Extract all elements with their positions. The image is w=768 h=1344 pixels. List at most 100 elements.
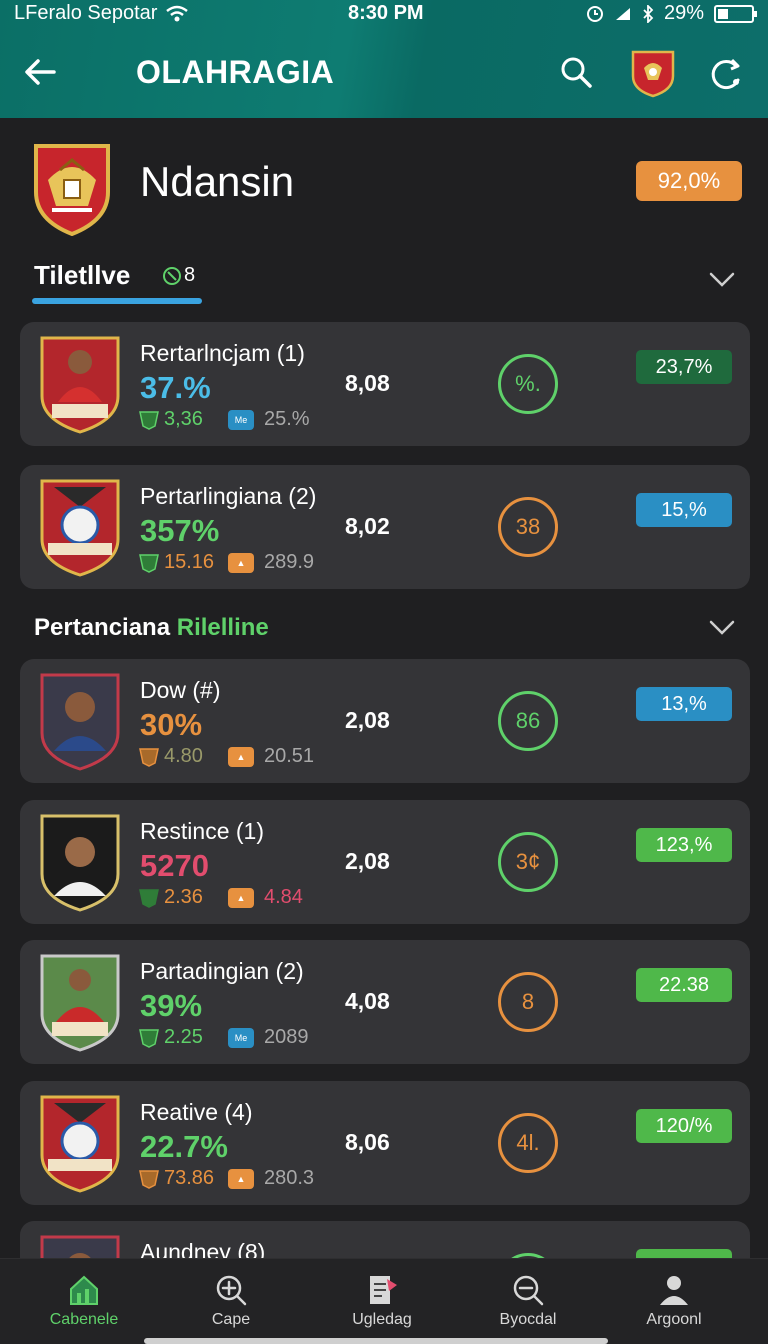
rating-ring: %. (498, 354, 558, 414)
tab-counter: 8 (162, 264, 195, 287)
team-crest (34, 144, 110, 236)
match-score: 2,08 (345, 707, 390, 733)
change-tag: 123,% (636, 828, 732, 862)
stat-b-value: 280.3 (264, 1167, 315, 1189)
chevron-down-icon[interactable] (708, 271, 736, 289)
match-name: Partadingian (2) (140, 958, 304, 984)
home-indicator (144, 1338, 608, 1344)
wifi-icon (166, 5, 189, 21)
player-badge (40, 954, 120, 1052)
team-name: Ndansin (140, 158, 295, 205)
tab-live[interactable]: Tiletllve (34, 260, 130, 291)
shield-stat-icon (139, 410, 159, 430)
signal-icon (615, 7, 630, 20)
stat-a-value: 2.36 (164, 886, 203, 908)
shield-stat-icon (139, 1028, 159, 1048)
rating-ring: 8 (498, 972, 558, 1032)
status-bar: LFeralo Sepotar 8:30 PM 29% (0, 0, 768, 28)
bluetooth-icon (643, 4, 654, 23)
ball-icon (163, 266, 181, 285)
match-percent: 357% (140, 513, 220, 548)
match-card[interactable]: Rertarlncjam (1) 37.% 3,36 Me 25.% 8,08 … (20, 322, 750, 446)
match-score: 2,08 (345, 848, 390, 874)
change-tag: 22.38 (636, 968, 732, 1002)
refresh-icon[interactable] (706, 54, 746, 94)
chart-badge-icon: ▲ (228, 887, 254, 908)
nav-profile[interactable]: Argoonl (614, 1273, 734, 1329)
shield-stat-icon (139, 553, 159, 573)
section-title-accent: Rilelline (176, 614, 269, 641)
stat-b-value: 2089 (264, 1026, 309, 1048)
match-percent: 37.% (140, 370, 211, 405)
match-name: Pertarlingiana (2) (140, 483, 317, 509)
match-name: Reative (4) (140, 1099, 253, 1125)
stat-b-value: 20.51 (264, 745, 315, 767)
club-crest (40, 479, 120, 577)
section-title: Pertanciana Rilelline (34, 614, 269, 642)
app-title: OLAHRAGIA (136, 54, 335, 90)
tv-badge-icon: Me (228, 409, 254, 430)
battery-icon (714, 4, 757, 23)
player-badge (40, 336, 120, 434)
rating-ring: 38 (498, 497, 558, 557)
tv-badge-icon: Me (228, 1027, 254, 1048)
nav-label: Ugledag (352, 1311, 412, 1328)
search-icon[interactable] (558, 54, 594, 90)
chart-badge-icon: ▲ (228, 1168, 254, 1189)
rating-ring: 4l. (498, 1113, 558, 1173)
zoom-out-icon (513, 1275, 544, 1306)
change-tag: 23,7% (636, 350, 732, 384)
shield-stat-icon (139, 747, 159, 767)
match-card[interactable]: Restince (1) 5270 2.36 ▲ 4.84 2,08 3¢ 12… (20, 800, 750, 924)
change-tag: 13,% (636, 687, 732, 721)
tab-underline (32, 298, 202, 304)
shield-stat-icon (139, 1169, 159, 1189)
stat-b-value: 25.% (264, 408, 310, 430)
team-rating-badge: 92,0% (636, 161, 742, 201)
chevron-down-icon[interactable] (708, 619, 736, 637)
change-tag: 120/% (636, 1109, 732, 1143)
stat-a-value: 2.25 (164, 1026, 203, 1048)
rating-ring: 3¢ (498, 832, 558, 892)
club-crest (40, 1095, 120, 1193)
top-bar: OLAHRAGIA (0, 40, 768, 104)
battery-percent: 29% (663, 2, 704, 24)
match-score: 8,02 (345, 513, 390, 539)
nav-home[interactable]: Cabenele (24, 1273, 144, 1329)
stat-a-value: 15.16 (164, 551, 215, 573)
chart-badge-icon: ▲ (228, 552, 254, 573)
nav-schedule[interactable]: Ugledag (322, 1273, 442, 1329)
nav-label: Cabenele (49, 1311, 119, 1328)
carrier-label: LFeralo Sepotar (14, 2, 158, 24)
nav-label: Argoonl (646, 1311, 702, 1328)
shield-stat-icon (139, 888, 159, 908)
match-score: 8,08 (345, 370, 390, 396)
bottom-navigation: Cabenele Cape Ugledag Byocdal Argoonl (0, 1258, 768, 1344)
back-arrow-icon[interactable] (20, 52, 60, 92)
match-percent: 22.7% (140, 1129, 228, 1164)
nav-results[interactable]: Byocdal (468, 1273, 588, 1329)
match-percent: 39% (140, 988, 203, 1023)
match-card[interactable]: Pertarlingiana (2) 357% 15.16 ▲ 289.9 8,… (20, 465, 750, 589)
national-crest-icon[interactable] (630, 48, 676, 98)
match-card[interactable]: Reative (4) 22.7% 73.86 ▲ 280.3 8,06 4l.… (20, 1081, 750, 1205)
match-name: Dow (#) (140, 677, 221, 703)
match-score: 4,08 (345, 988, 390, 1014)
user-icon (660, 1276, 688, 1305)
player-badge (40, 814, 120, 912)
nav-search[interactable]: Cape (171, 1273, 291, 1329)
home-icon (70, 1275, 98, 1305)
alarm-icon (586, 5, 603, 22)
stat-a-value: 73.86 (164, 1167, 215, 1189)
clock: 8:30 PM (348, 2, 424, 24)
stat-a-value: 3,36 (164, 408, 203, 430)
change-tag: 15,% (636, 493, 732, 527)
match-card[interactable]: Partadingian (2) 39% 2.25 Me 2089 4,08 8… (20, 940, 750, 1064)
stat-b-value: 289.9 (264, 551, 315, 573)
stat-b-value: 4.84 (264, 886, 303, 908)
section-title-main: Pertanciana (34, 614, 171, 641)
match-percent: 30% (140, 707, 203, 742)
match-name: Rertarlncjam (1) (140, 340, 305, 366)
match-score: 8,06 (345, 1129, 390, 1155)
match-card[interactable]: Dow (#) 30% 4.80 ▲ 20.51 2,08 86 13,% (20, 659, 750, 783)
